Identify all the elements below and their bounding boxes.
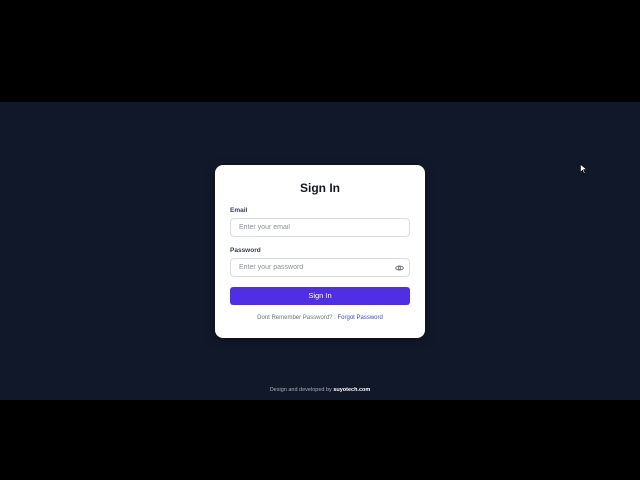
password-label: Password [230, 247, 261, 254]
eye-icon[interactable] [395, 264, 404, 272]
mouse-pointer-icon [580, 164, 587, 174]
footer-brand: suyotech.com [333, 387, 371, 393]
sign-in-card: Sign In Email Password Sign In Dont Reme… [215, 165, 425, 338]
forgot-password-row: Dont Remember Password? : Forgot Passwor… [215, 315, 425, 321]
email-label: Email [230, 207, 248, 214]
footer-text: Design and developed by [269, 387, 332, 393]
email-field-wrapper [230, 218, 410, 237]
password-field-wrapper [230, 258, 410, 277]
sign-in-button[interactable]: Sign In [230, 287, 410, 305]
footer-credit: Design and developed by suyotech.com [0, 387, 640, 393]
forgot-password-link[interactable]: Forgot Password [338, 315, 383, 321]
helper-text: Dont Remember Password? : [257, 315, 336, 321]
page-title: Sign In [300, 181, 340, 195]
password-field[interactable] [231, 259, 409, 276]
page-viewport: Sign In Email Password Sign In Dont Reme… [0, 102, 640, 400]
email-field[interactable] [231, 219, 409, 236]
